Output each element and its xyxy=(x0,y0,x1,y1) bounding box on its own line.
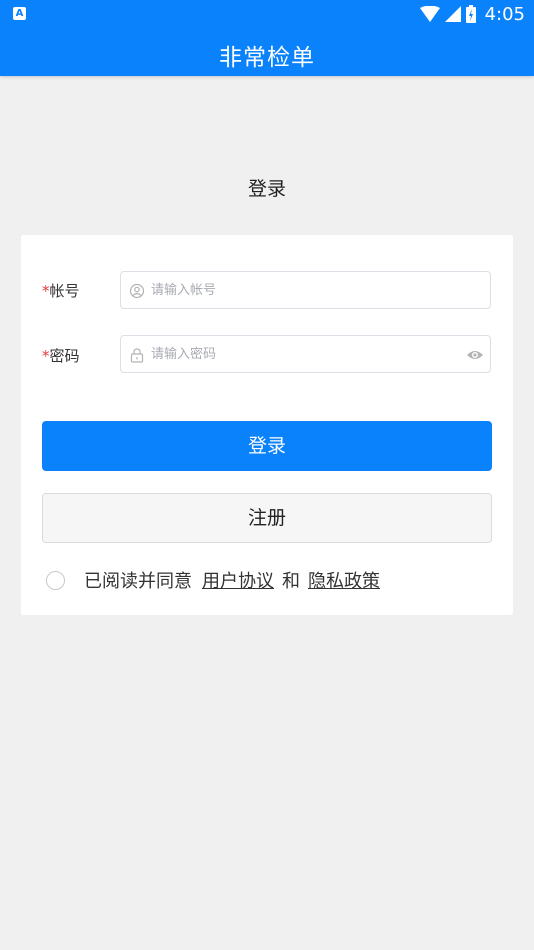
page-title: 登录 xyxy=(247,178,286,200)
agreement-row: 已阅读并同意 用户协议 和 隐私政策 xyxy=(46,568,380,592)
account-label-text: 帐号 xyxy=(49,282,80,300)
password-field[interactable] xyxy=(120,335,491,373)
privacy-policy-link[interactable]: 隐私政策 xyxy=(308,567,380,593)
required-mark: * xyxy=(42,282,50,300)
clock: 4:05 xyxy=(484,3,525,25)
eye-icon[interactable] xyxy=(466,346,484,364)
app-title: 非常检单 xyxy=(219,45,315,71)
required-mark: * xyxy=(42,347,50,365)
password-label: *密码 xyxy=(42,345,80,366)
agreement-prefix: 已阅读并同意 xyxy=(84,571,192,592)
account-label: *帐号 xyxy=(42,280,80,301)
app-bar: A 4:05 非常检单 xyxy=(0,0,534,76)
register-button[interactable]: 注册 xyxy=(42,493,492,543)
login-card: *帐号 *密码 登录 注册 已阅读并同意 用户协议 和 隐私政策 xyxy=(21,235,513,615)
notification-icon: A xyxy=(13,7,26,20)
agreement-joiner: 和 xyxy=(282,571,300,592)
status-icons: 4:05 xyxy=(419,3,525,25)
wifi-icon xyxy=(419,6,440,22)
user-circle-icon xyxy=(129,283,145,299)
login-button[interactable]: 登录 xyxy=(42,421,492,471)
status-bar: A 4:05 xyxy=(0,0,534,28)
password-input[interactable] xyxy=(151,336,451,372)
agreement-checkbox[interactable] xyxy=(46,570,65,590)
lock-icon xyxy=(130,348,144,363)
password-label-text: 密码 xyxy=(49,347,80,365)
battery-icon xyxy=(465,5,476,23)
signal-icon xyxy=(444,6,461,22)
account-input[interactable] xyxy=(151,272,451,308)
account-field[interactable] xyxy=(120,271,491,309)
user-agreement-link[interactable]: 用户协议 xyxy=(202,567,274,593)
